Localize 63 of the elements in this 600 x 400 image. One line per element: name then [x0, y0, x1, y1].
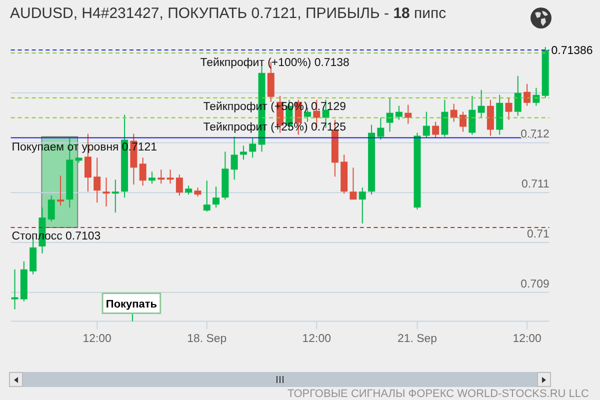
candle [112, 179, 119, 213]
globe-icon[interactable] [530, 7, 552, 29]
candle [386, 97, 394, 132]
candle [166, 169, 174, 184]
candle [212, 186, 220, 208]
candle [368, 124, 376, 195]
level-label: Тейкпрофит (+100%) 0.7138 [200, 56, 350, 69]
candle [185, 185, 192, 195]
candle [422, 111, 430, 138]
x-axis-label: 18. Sep [187, 333, 227, 346]
x-axis-label: 12:00 [512, 333, 542, 346]
candle [478, 89, 485, 118]
candle [468, 95, 476, 136]
chart-title: AUDUSD, H4#231427, ПОКУПАТЬ 0.7121, ПРИБЫЛЬ - 18 пипс [10, 5, 446, 22]
candle [222, 151, 229, 200]
candle [441, 99, 448, 138]
candle [505, 97, 512, 120]
candle [158, 169, 165, 184]
candle [532, 87, 540, 106]
y-axis-label: 0.711 [522, 178, 550, 190]
candle [148, 171, 156, 184]
candle [240, 145, 247, 160]
candle [486, 99, 494, 136]
candle [94, 157, 101, 203]
candle [57, 175, 64, 206]
candle [432, 121, 440, 138]
candle [203, 180, 210, 212]
candle [395, 105, 402, 120]
flag-label: Покупать [106, 298, 157, 310]
caret-icon [542, 376, 546, 382]
candle [450, 103, 458, 122]
candle [139, 157, 146, 186]
candle [514, 75, 522, 116]
x-axis-label: 12:00 [82, 333, 112, 346]
candle [340, 154, 348, 194]
candle [524, 83, 531, 106]
candle [350, 167, 357, 200]
flag-marker [102, 292, 162, 322]
candle [249, 137, 256, 158]
caret-icon [14, 376, 18, 382]
candle [496, 94, 504, 136]
candle [230, 136, 238, 180]
candle [176, 174, 183, 196]
candle [102, 177, 110, 207]
y-axis-label: 0.709 [520, 278, 550, 290]
x-axis-label: 12:00 [302, 333, 331, 346]
candle [194, 187, 202, 197]
scroll-left-button[interactable] [9, 372, 23, 387]
candle [542, 46, 549, 98]
candle [404, 104, 412, 124]
candle [11, 268, 18, 310]
candle [48, 194, 55, 222]
candle [75, 157, 82, 164]
candle [20, 260, 28, 302]
candle [377, 117, 384, 140]
level-label: 0.71386 [551, 44, 593, 57]
x-axis-label: 21. Sep [398, 333, 437, 346]
y-axis-label: 0.71 [527, 228, 550, 240]
grip-icon[interactable] [276, 376, 284, 383]
credits-text: ТОРГОВЫЕ СИГНАЛЫ ФОРЕКС WORLD-STOCKS.RU LLC [287, 388, 589, 400]
candle [358, 187, 366, 224]
scroll-right-button[interactable] [537, 372, 551, 387]
candle [460, 111, 466, 132]
